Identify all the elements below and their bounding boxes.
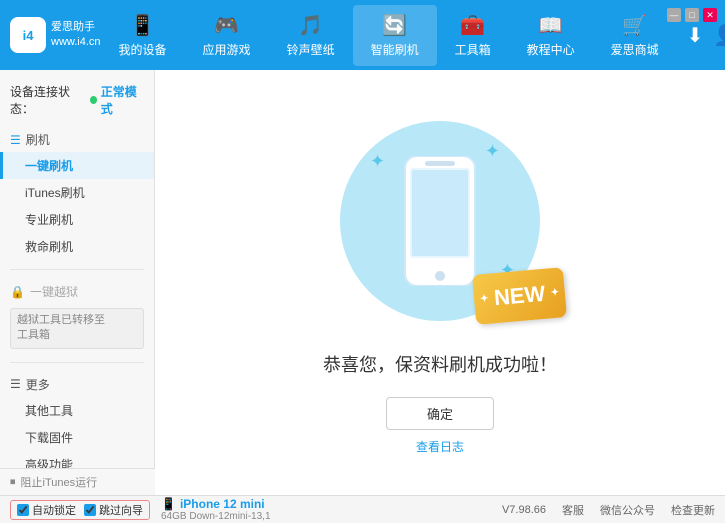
bottom-right: V7.98.66 客服 微信公众号 检查更新	[502, 502, 715, 518]
bottom-left: 自动锁定 跳过向导 📱 iPhone 12 mini 64GB Down-12m…	[10, 497, 271, 522]
device-info: 📱 iPhone 12 mini 64GB Down-12mini-13,1	[161, 497, 271, 522]
logo-icon-text: i4	[23, 28, 34, 43]
nav-smart-flash[interactable]: 🔄 智能刷机	[353, 5, 437, 66]
logo-area: i4 爱思助手 www.i4.cn	[10, 17, 101, 53]
content-area: ✦ ✦ ✦ ✦ NEW ✦ 恭喜您，保资料刷机成功啦！	[155, 70, 725, 495]
close-button[interactable]: ✕	[703, 8, 717, 22]
device-name-text: iPhone 12 mini	[180, 497, 265, 511]
sparkle-icon-2: ✦	[485, 141, 500, 162]
star-right: ✦	[550, 287, 559, 299]
auto-lock-label: 自动锁定	[32, 502, 76, 518]
header-right: ⬇ 👤	[687, 23, 725, 48]
device-sub-info: 64GB Down-12mini-13,1	[161, 511, 271, 522]
sidebar-divider-1	[10, 269, 144, 270]
new-badge: ✦ NEW ✦	[472, 267, 567, 325]
wechat-public-link[interactable]: 微信公众号	[600, 502, 655, 518]
tutorial-icon: 📖	[538, 13, 563, 38]
flash-section: ☰ 刷机 一键刷机 iTunes刷机 专业刷机 救命刷机	[0, 122, 154, 265]
device-storage: 64GB	[161, 511, 187, 522]
nav-ringtones-label: 铃声壁纸	[287, 41, 335, 58]
device-phone-icon: 📱	[161, 497, 176, 511]
skip-wizard-checkbox-item[interactable]: 跳过向导	[84, 502, 143, 518]
sidebar-item-pro-flash[interactable]: 专业刷机	[0, 206, 154, 233]
restore-button[interactable]: □	[685, 8, 699, 22]
checkbox-section: 自动锁定 跳过向导	[10, 500, 150, 520]
nav-toolbox-label: 工具箱	[455, 41, 491, 58]
user-icon[interactable]: 👤	[713, 23, 725, 48]
nav-ringtones[interactable]: 🎵 铃声壁纸	[269, 5, 353, 66]
device-version: Down-12mini-13,1	[189, 511, 270, 522]
status-label: 设备连接状态：	[10, 83, 86, 117]
stop-itunes-bar[interactable]: ⏹ 阻止iTunes运行	[0, 468, 155, 495]
new-text: NEW	[493, 280, 546, 309]
nav-apps-games-label: 应用游戏	[203, 41, 251, 58]
smart-flash-icon: 🔄	[382, 13, 407, 38]
sidebar-item-itunes-flash[interactable]: iTunes刷机	[0, 179, 154, 206]
nav-toolbox[interactable]: 🧰 工具箱	[437, 5, 509, 66]
star-left: ✦	[479, 293, 488, 305]
flash-section-label: 刷机	[26, 131, 50, 148]
header: i4 爱思助手 www.i4.cn 📱 我的设备 🎮 应用游戏 🎵 铃声壁纸 🔄…	[0, 0, 725, 70]
apps-games-icon: 🎮	[214, 13, 239, 38]
sidebar-item-save-flash[interactable]: 救命刷机	[0, 233, 154, 260]
logo-text: 爱思助手 www.i4.cn	[51, 20, 101, 51]
nav-store[interactable]: 🛒 爱思商城	[593, 5, 677, 66]
lock-icon: 🔒	[10, 285, 25, 299]
customer-service-link[interactable]: 客服	[562, 502, 584, 518]
status-dot	[90, 96, 97, 104]
more-section-title: ☰ 更多	[0, 372, 154, 397]
nav-tutorial[interactable]: 📖 教程中心	[509, 5, 593, 66]
device-name-row: 📱 iPhone 12 mini	[161, 497, 271, 511]
more-section: ☰ 更多 其他工具 下载固件 高级功能	[0, 367, 154, 483]
success-message: 恭喜您，保资料刷机成功啦！	[323, 351, 557, 377]
stop-itunes-icon: ⏹	[10, 476, 16, 489]
toolbox-icon: 🧰	[460, 13, 485, 38]
nav-my-device[interactable]: 📱 我的设备	[101, 5, 185, 66]
minimize-button[interactable]: —	[667, 8, 681, 22]
main-layout: 设备连接状态： 正常模式 ☰ 刷机 一键刷机 iTunes刷机 专业刷机 救命刷…	[0, 70, 725, 495]
nav-apps-games[interactable]: 🎮 应用游戏	[185, 5, 269, 66]
nav-my-device-label: 我的设备	[119, 41, 167, 58]
version-text: V7.98.66	[502, 504, 546, 516]
jailbreak-section: 🔒 一键越狱 越狱工具已转移至工具箱	[0, 274, 154, 358]
logo-line2: www.i4.cn	[51, 35, 101, 50]
window-controls: — □ ✕	[667, 8, 717, 22]
my-device-icon: 📱	[130, 13, 155, 38]
nav-smart-flash-label: 智能刷机	[371, 41, 419, 58]
skip-wizard-checkbox[interactable]	[84, 504, 96, 516]
nav-items: 📱 我的设备 🎮 应用游戏 🎵 铃声壁纸 🔄 智能刷机 🧰 工具箱 📖 教程中心…	[101, 5, 677, 66]
logo-line1: 爱思助手	[51, 20, 101, 35]
logo-icon: i4	[10, 17, 46, 53]
flash-section-title: ☰ 刷机	[0, 127, 154, 152]
view-log-link[interactable]: 查看日志	[416, 438, 464, 455]
auto-lock-checkbox-item[interactable]: 自动锁定	[17, 502, 76, 518]
ringtones-icon: 🎵	[298, 13, 323, 38]
bottom-bar: 自动锁定 跳过向导 📱 iPhone 12 mini 64GB Down-12m…	[0, 495, 725, 523]
sidebar-item-one-key-flash[interactable]: 一键刷机	[0, 152, 154, 179]
more-icon: ☰	[10, 377, 21, 391]
nav-tutorial-label: 教程中心	[527, 41, 575, 58]
connection-status: 设备连接状态： 正常模式	[0, 78, 154, 122]
flash-section-icon: ☰	[10, 133, 21, 147]
status-value: 正常模式	[101, 83, 144, 117]
jailbreak-notice: 越狱工具已转移至工具箱	[10, 308, 144, 349]
sidebar-item-download-firmware[interactable]: 下载固件	[0, 424, 154, 451]
confirm-button[interactable]: 确定	[386, 397, 494, 430]
illustration: ✦ ✦ ✦ ✦ NEW ✦	[330, 111, 550, 331]
skip-wizard-label: 跳过向导	[99, 502, 143, 518]
auto-lock-checkbox[interactable]	[17, 504, 29, 516]
store-icon: 🛒	[622, 13, 647, 38]
sparkle-icon-1: ✦	[370, 151, 385, 172]
sidebar-item-other-tools[interactable]: 其他工具	[0, 397, 154, 424]
nav-store-label: 爱思商城	[611, 41, 659, 58]
more-label: 更多	[26, 376, 50, 393]
stop-itunes-label: 阻止iTunes运行	[21, 474, 98, 490]
phone-illustration	[400, 156, 480, 286]
jailbreak-label: 一键越狱	[30, 283, 78, 300]
sidebar-divider-2	[10, 362, 144, 363]
sidebar: 设备连接状态： 正常模式 ☰ 刷机 一键刷机 iTunes刷机 专业刷机 救命刷…	[0, 70, 155, 495]
download-icon[interactable]: ⬇	[687, 23, 704, 48]
check-update-link[interactable]: 检查更新	[671, 502, 715, 518]
jailbreak-section-title: 🔒 一键越狱	[0, 279, 154, 304]
